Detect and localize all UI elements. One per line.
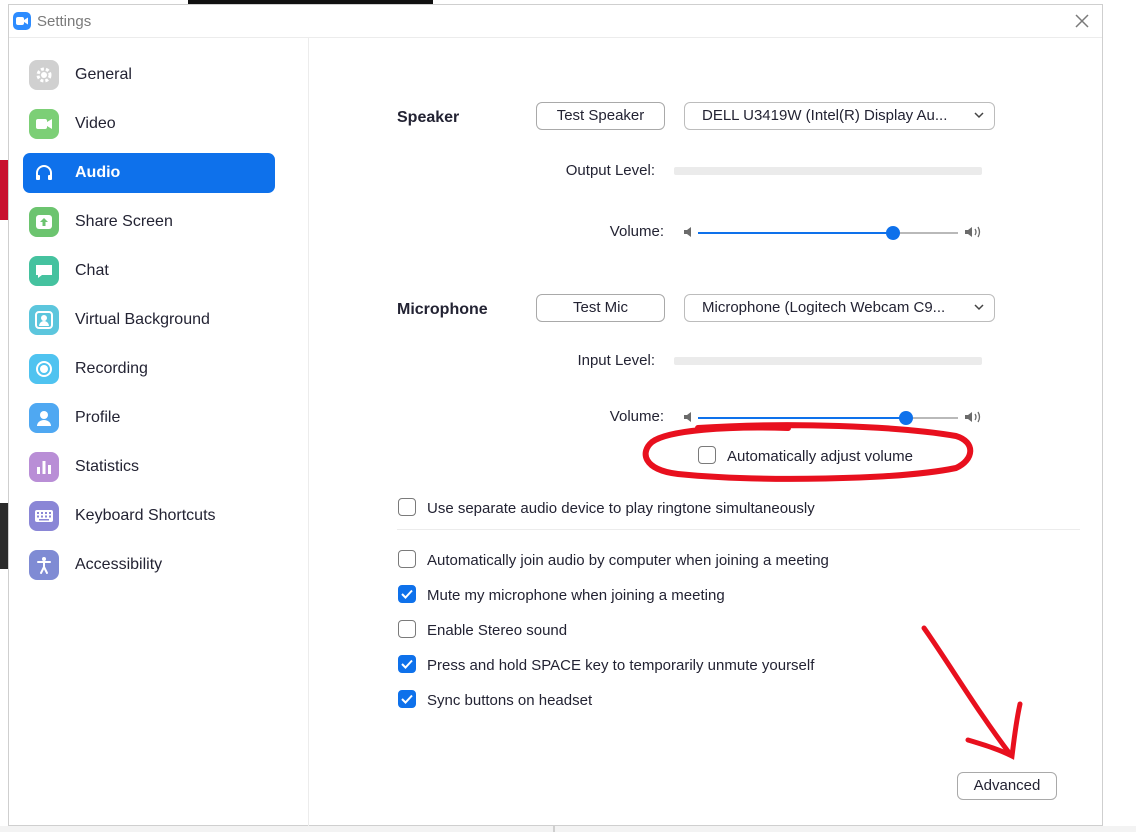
auto-join-audio-checkbox[interactable]: [398, 550, 416, 568]
output-level-meter: [674, 167, 982, 175]
sidebar-item-virtual-background[interactable]: Virtual Background: [23, 300, 275, 340]
sidebar-item-label: Keyboard Shortcuts: [75, 507, 216, 524]
mute-on-join-label: Mute my microphone when joining a meetin…: [427, 587, 725, 604]
microphone-volume-thumb[interactable]: [899, 411, 913, 425]
sidebar-item-general[interactable]: General: [23, 55, 275, 95]
virtual-background-icon: [29, 305, 59, 335]
window-title: Settings: [37, 13, 92, 30]
zoom-camera-icon: [13, 12, 31, 30]
headphones-icon: [29, 158, 59, 188]
sidebar-item-video[interactable]: Video: [23, 104, 275, 144]
section-divider: [397, 529, 1080, 530]
sidebar-item-accessibility[interactable]: Accessibility: [23, 545, 275, 585]
chevron-down-icon: [974, 112, 984, 119]
audio-settings-panel: Speaker Test Speaker DELL U3419W (Intel(…: [309, 38, 1104, 826]
sidebar-item-label: Statistics: [75, 458, 140, 475]
volume-high-icon: [965, 226, 981, 238]
volume-high-icon: [965, 411, 981, 423]
sidebar-item-label: Profile: [75, 409, 121, 426]
chat-bubble-icon: [29, 256, 59, 286]
sidebar-item-label: Audio: [75, 164, 121, 181]
microphone-volume-fill: [698, 417, 906, 419]
background-divider: [553, 826, 555, 832]
speaker-device-select[interactable]: DELL U3419W (Intel(R) Display Au...: [684, 102, 995, 130]
sidebar-item-label: Video: [75, 115, 116, 132]
keyboard-icon: [29, 501, 59, 531]
microphone-volume-label: Volume:: [609, 408, 664, 425]
speaker-label: Speaker: [397, 109, 460, 126]
sidebar-item-label: Share Screen: [75, 213, 173, 230]
advanced-button[interactable]: Advanced: [957, 772, 1057, 800]
sidebar-item-keyboard-shortcuts[interactable]: Keyboard Shortcuts: [23, 496, 275, 536]
microphone-volume-slider[interactable]: [698, 411, 958, 425]
microphone-label: Microphone: [397, 301, 488, 318]
settings-window: Settings General Video Audio Share Scree…: [8, 4, 1103, 826]
separate-ringtone-checkbox[interactable]: [398, 498, 416, 516]
speaker-volume-label: Volume:: [609, 223, 664, 240]
sidebar-item-label: Accessibility: [75, 556, 163, 573]
volume-low-icon: [684, 412, 691, 422]
checkmark-icon: [401, 659, 413, 669]
share-screen-icon: [29, 207, 59, 237]
sidebar-item-recording[interactable]: Recording: [23, 349, 275, 389]
auto-adjust-volume-checkbox[interactable]: [698, 446, 716, 464]
gear-icon: [29, 60, 59, 90]
speaker-volume-slider[interactable]: [698, 226, 958, 240]
mute-on-join-checkbox[interactable]: [398, 585, 416, 603]
output-level-label: Output Level:: [565, 162, 655, 179]
checkmark-icon: [401, 694, 413, 704]
profile-icon: [29, 403, 59, 433]
record-icon: [29, 354, 59, 384]
volume-low-icon: [684, 227, 691, 237]
stereo-sound-label: Enable Stereo sound: [427, 622, 568, 639]
separate-ringtone-label: Use separate audio device to play ringto…: [427, 500, 815, 517]
sidebar-item-label: General: [75, 66, 132, 83]
microphone-device-select[interactable]: Microphone (Logitech Webcam C9...: [684, 294, 995, 322]
input-level-meter: [674, 357, 982, 365]
sync-headset-checkbox[interactable]: [398, 690, 416, 708]
sync-headset-label: Sync buttons on headset: [427, 692, 593, 709]
sidebar-item-share-screen[interactable]: Share Screen: [23, 202, 275, 242]
auto-adjust-volume-label: Automatically adjust volume: [727, 448, 913, 465]
accessibility-icon: [29, 550, 59, 580]
sidebar-item-label: Chat: [75, 262, 109, 279]
speaker-volume-thumb[interactable]: [886, 226, 900, 240]
title-bar: Settings: [9, 5, 1102, 38]
microphone-device-value: Microphone (Logitech Webcam C9...: [702, 299, 946, 316]
speaker-device-value: DELL U3419W (Intel(R) Display Au...: [702, 107, 948, 124]
video-camera-icon: [29, 109, 59, 139]
hold-space-unmute-label: Press and hold SPACE key to temporarily …: [427, 657, 815, 674]
sidebar-item-chat[interactable]: Chat: [23, 251, 275, 291]
sidebar-item-label: Recording: [75, 360, 148, 377]
speaker-volume-fill: [698, 232, 893, 234]
close-icon: [1075, 14, 1089, 28]
background-app-fragment: [0, 160, 8, 220]
sidebar-item-audio[interactable]: Audio: [23, 153, 275, 193]
background-taskbar-edge: [0, 826, 1136, 832]
chevron-down-icon: [974, 304, 984, 311]
hold-space-unmute-checkbox[interactable]: [398, 655, 416, 673]
background-app-fragment-dark: [0, 503, 8, 569]
auto-join-audio-label: Automatically join audio by computer whe…: [427, 552, 829, 569]
sidebar-item-statistics[interactable]: Statistics: [23, 447, 275, 487]
stereo-sound-checkbox[interactable]: [398, 620, 416, 638]
sidebar-item-profile[interactable]: Profile: [23, 398, 275, 438]
test-mic-button[interactable]: Test Mic: [536, 294, 665, 322]
close-button[interactable]: [1072, 11, 1092, 31]
input-level-label: Input Level:: [577, 352, 655, 369]
test-speaker-button[interactable]: Test Speaker: [536, 102, 665, 130]
checkmark-icon: [401, 589, 413, 599]
sidebar-item-label: Virtual Background: [75, 311, 210, 328]
bar-chart-icon: [29, 452, 59, 482]
settings-sidebar: General Video Audio Share Screen Chat Vi…: [9, 38, 309, 826]
